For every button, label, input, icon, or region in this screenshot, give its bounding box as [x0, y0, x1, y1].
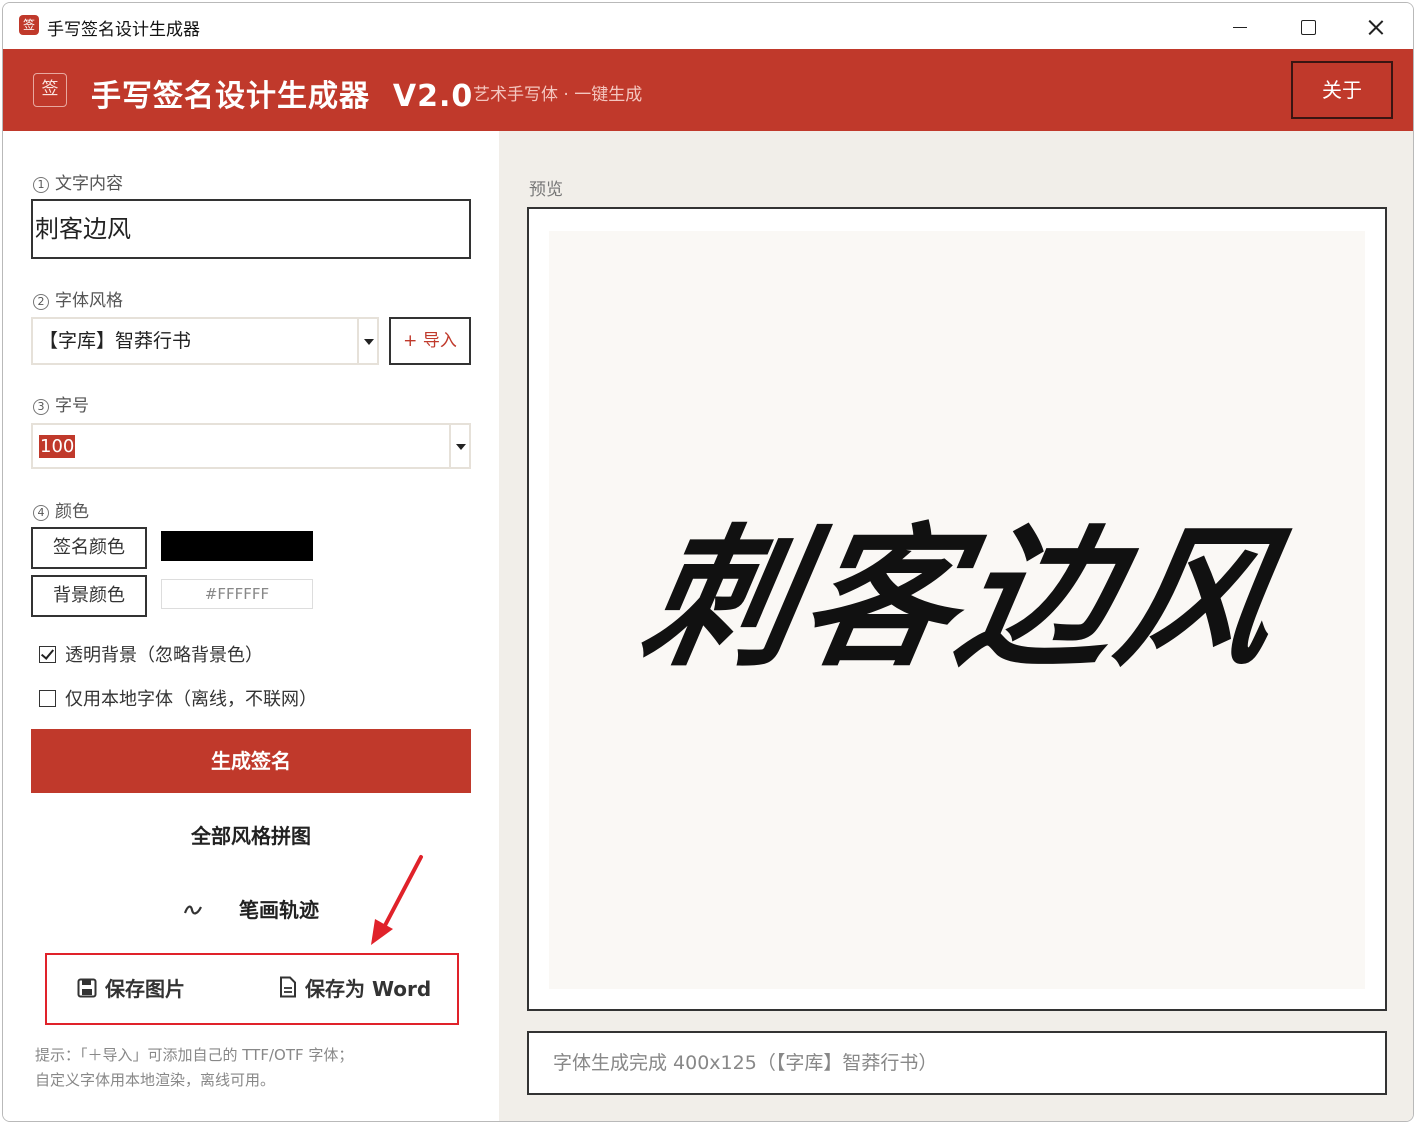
- stroke-trace-label: 笔画轨迹: [239, 898, 319, 922]
- color-section-label-text: 颜色: [55, 502, 89, 522]
- chevron-down-icon[interactable]: [449, 425, 469, 467]
- step-number: 1: [33, 177, 49, 193]
- sign-color-button[interactable]: 签名颜色: [31, 527, 147, 569]
- window-title: 手写签名设计生成器: [47, 20, 200, 40]
- about-button[interactable]: 关于: [1291, 61, 1393, 119]
- signature-preview-canvas: 刺客边风: [549, 231, 1365, 989]
- font-style-select[interactable]: 【字库】智莽行书: [31, 317, 379, 365]
- app-header: 签 手写签名设计生成器 V2.0 艺术手写体 · 一键生成 关于: [3, 49, 1413, 131]
- size-section-label-text: 字号: [55, 396, 89, 416]
- local-font-label: 仅用本地字体（离线，不联网）: [65, 689, 317, 710]
- signature-preview-image: 刺客边风: [631, 509, 1297, 688]
- checkbox-checked-icon[interactable]: [39, 646, 56, 663]
- tip-line-2: 自定义字体用本地渲染，离线可用。: [35, 1071, 276, 1089]
- save-image-button[interactable]: 保存图片: [77, 973, 185, 1003]
- step-number: 3: [33, 399, 49, 415]
- transparent-bg-label: 透明背景（忽略背景色）: [65, 645, 263, 666]
- font-section-label: 2 字体风格: [33, 286, 123, 311]
- app-tagline: 艺术手写体 · 一键生成: [473, 85, 643, 105]
- font-style-value: 【字库】智莽行书: [39, 330, 192, 352]
- usage-tip: 提示：「＋导入」可添加自己的 TTF/OTF 字体； 自定义字体用本地渲染，离线…: [35, 1043, 353, 1093]
- settings-panel: 1 文字内容 刺客边风 2 字体风格 【字库】智莽行书 + 导入 3 字号 100 4…: [3, 131, 499, 1121]
- minimize-button[interactable]: [1217, 11, 1263, 43]
- font-size-select[interactable]: 100: [31, 423, 471, 469]
- tip-line-1: 提示：「＋导入」可添加自己的 TTF/OTF 字体；: [35, 1046, 354, 1064]
- app-icon: 签: [19, 15, 39, 35]
- bg-color-swatch[interactable]: #FFFFFF: [161, 579, 313, 609]
- text-section-label-text: 文字内容: [55, 174, 123, 194]
- step-number: 2: [33, 294, 49, 310]
- sign-color-swatch[interactable]: [161, 531, 313, 561]
- signature-text-input[interactable]: 刺客边风: [31, 199, 471, 259]
- checkbox-unchecked-icon[interactable]: [39, 690, 56, 707]
- title-bar: 签 手写签名设计生成器: [3, 3, 1413, 49]
- generate-signature-button[interactable]: 生成签名: [31, 729, 471, 793]
- import-font-button[interactable]: + 导入: [389, 317, 471, 365]
- app-brand-title: 手写签名设计生成器 V2.0: [91, 79, 474, 114]
- size-section-label: 3 字号: [33, 391, 89, 416]
- status-bar: 字体生成完成 400x125（【字库】智莽行书）: [527, 1031, 1387, 1095]
- document-icon: [279, 976, 297, 1003]
- app-window: 签 手写签名设计生成器 签 手写签名设计生成器 V2.0 艺术手写体 · 一键生…: [2, 2, 1414, 1122]
- floppy-disk-icon: [77, 978, 97, 1003]
- save-image-label: 保存图片: [105, 977, 185, 1001]
- font-size-value[interactable]: 100: [39, 435, 76, 458]
- text-section-label: 1 文字内容: [33, 169, 123, 194]
- save-word-button[interactable]: 保存为 Word: [279, 973, 431, 1003]
- bg-color-button[interactable]: 背景颜色: [31, 575, 147, 617]
- step-number: 4: [33, 505, 49, 521]
- logo-icon: 签: [33, 73, 67, 107]
- save-actions-highlight: 保存图片 保存为 Word: [45, 953, 459, 1025]
- close-button[interactable]: [1353, 11, 1399, 43]
- local-font-checkbox[interactable]: 仅用本地字体（离线，不联网）: [39, 685, 317, 711]
- save-word-label: 保存为 Word: [305, 977, 432, 1001]
- preview-panel: 预览 刺客边风 字体生成完成 400x125（【字库】智莽行书）: [499, 131, 1413, 1121]
- chevron-down-icon[interactable]: [357, 319, 377, 363]
- preview-frame: 刺客边风: [527, 207, 1387, 1011]
- signature-text: 刺客边风: [631, 509, 1297, 688]
- annotation-arrow-icon: [371, 855, 423, 945]
- font-section-label-text: 字体风格: [55, 291, 123, 311]
- transparent-bg-checkbox[interactable]: 透明背景（忽略背景色）: [39, 641, 263, 667]
- color-section-label: 4 颜色: [33, 497, 89, 522]
- brush-stroke-icon: [183, 888, 203, 938]
- maximize-button[interactable]: [1285, 11, 1331, 43]
- preview-label: 预览: [529, 180, 563, 200]
